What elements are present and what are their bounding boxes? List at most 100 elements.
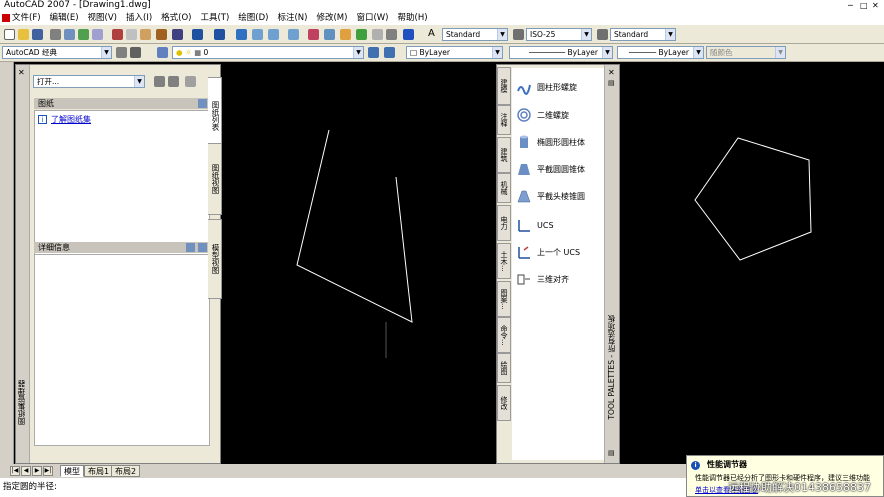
- zoom-realtime-icon[interactable]: [252, 29, 263, 40]
- workspace-select[interactable]: AutoCAD 经典 ▼: [2, 46, 112, 59]
- copy-icon[interactable]: [126, 29, 137, 40]
- collapse-icon[interactable]: [198, 99, 207, 108]
- menu-window[interactable]: 窗口(W): [356, 11, 388, 25]
- tool-frustum-cone[interactable]: 平截圆圆锥体: [516, 160, 585, 178]
- text-style-select[interactable]: Standard ▼: [442, 28, 508, 41]
- sheet-set-button-2-icon[interactable]: [168, 76, 179, 87]
- properties-icon[interactable]: [308, 29, 319, 40]
- tool-ucs-previous[interactable]: 上一个 UCS: [516, 243, 580, 261]
- 3d-dwf-icon[interactable]: [92, 29, 103, 40]
- menu-help[interactable]: 帮助(H): [398, 11, 428, 25]
- sheet-set-button-3-icon[interactable]: [185, 76, 196, 87]
- layer-previous-icon[interactable]: [384, 47, 395, 58]
- details-button-icon[interactable]: [186, 243, 195, 252]
- next-layout-icon[interactable]: ▶: [32, 466, 42, 476]
- tool-elliptical-cylinder[interactable]: 椭圆形圆柱体: [516, 133, 585, 151]
- sheet-set-titlestrip[interactable]: ✕ 图纸集管理器: [16, 65, 30, 463]
- prev-layout-icon[interactable]: ◀: [21, 466, 31, 476]
- design-center-icon[interactable]: [324, 29, 335, 40]
- tab-hatches[interactable]: 图案...: [497, 281, 511, 317]
- table-style-select[interactable]: Standard ▼: [610, 28, 676, 41]
- menu-edit[interactable]: 编辑(E): [50, 11, 79, 25]
- workspace-lock-icon[interactable]: [130, 47, 141, 58]
- zoom-previous-icon[interactable]: [288, 29, 299, 40]
- minimize-icon[interactable]: ─: [848, 0, 853, 11]
- calculator-icon[interactable]: [386, 29, 397, 40]
- layer-select[interactable]: ● ☼ ■ 0 ▼: [172, 46, 364, 59]
- dim-style-icon[interactable]: [513, 29, 524, 40]
- sheet-set-icon[interactable]: [356, 29, 367, 40]
- make-current-layer-icon[interactable]: [368, 47, 379, 58]
- tab-mechanical[interactable]: 机械: [497, 173, 511, 203]
- tool-palettes-icon[interactable]: [340, 29, 351, 40]
- menu-insert[interactable]: 插入(I): [126, 11, 152, 25]
- close-icon[interactable]: ✕: [608, 68, 615, 77]
- tab-command[interactable]: 命令...: [497, 317, 511, 353]
- tool-3d-align[interactable]: 三维对齐: [516, 270, 569, 288]
- tool-palette-titlestrip[interactable]: ✕ ▤ TOOL PALETTES - 所有选项板 ▤: [604, 65, 619, 463]
- modify-toolbar-docked[interactable]: [0, 62, 14, 464]
- table-style-icon[interactable]: [597, 29, 608, 40]
- tab-modeling[interactable]: 建模: [497, 67, 511, 105]
- block-editor-icon[interactable]: [172, 29, 183, 40]
- sheet-set-open-select[interactable]: 打开... ▼: [33, 75, 145, 88]
- tab-sheet-views[interactable]: 图纸视图: [208, 143, 222, 215]
- save-icon[interactable]: [32, 29, 43, 40]
- menu-dimension[interactable]: 标注(N): [277, 11, 307, 25]
- color-select[interactable]: □ ByLayer ▼: [406, 46, 503, 59]
- standard-toolbar: A Standard ▼ ISO-25 ▼ Standard ▼: [0, 25, 884, 44]
- tab-electrical[interactable]: 电力: [497, 205, 511, 241]
- publish-icon[interactable]: [78, 29, 89, 40]
- menu-modify[interactable]: 修改(M): [316, 11, 347, 25]
- tab-draw[interactable]: 绘图: [497, 353, 511, 383]
- tab-civil[interactable]: 土木...: [497, 243, 511, 279]
- new-icon[interactable]: [4, 29, 15, 40]
- cut-icon[interactable]: [112, 29, 123, 40]
- close-icon[interactable]: ✕: [18, 68, 25, 77]
- menu-format[interactable]: 格式(O): [161, 11, 191, 25]
- autocad-icon[interactable]: [2, 14, 10, 22]
- tab-annotation[interactable]: 注释: [497, 105, 511, 135]
- zoom-window-icon[interactable]: [268, 29, 279, 40]
- menu-draw[interactable]: 绘图(D): [238, 11, 268, 25]
- window-titlebar: AutoCAD 2007 - [Drawing1.dwg] ─ □ ✕: [0, 0, 884, 11]
- menu-tools[interactable]: 工具(T): [200, 11, 229, 25]
- properties-icon[interactable]: ▤: [608, 79, 615, 87]
- maximize-icon[interactable]: □: [860, 0, 868, 11]
- learn-sheet-sets-link[interactable]: 了解图纸集: [51, 114, 91, 125]
- tab-layout2[interactable]: 布局2: [111, 465, 141, 477]
- last-layout-icon[interactable]: ▶|: [43, 466, 53, 476]
- text-style-icon[interactable]: A: [428, 29, 439, 40]
- match-properties-icon[interactable]: [156, 29, 167, 40]
- linetype-select[interactable]: ──────── ByLayer ▼: [509, 46, 613, 59]
- preview-button-icon[interactable]: [198, 243, 207, 252]
- tab-model[interactable]: 模型: [60, 465, 84, 477]
- help-icon[interactable]: [403, 29, 414, 40]
- preview-icon[interactable]: [64, 29, 75, 40]
- layer-manager-icon[interactable]: [157, 47, 168, 58]
- menu-icon[interactable]: ▤: [608, 449, 615, 457]
- paste-icon[interactable]: [140, 29, 151, 40]
- tab-layout1[interactable]: 布局1: [84, 465, 114, 477]
- tool-2d-spiral[interactable]: 二维螺旋: [516, 106, 569, 124]
- tool-ucs[interactable]: UCS: [516, 216, 554, 234]
- redo-icon[interactable]: [214, 29, 225, 40]
- print-icon[interactable]: [50, 29, 61, 40]
- tab-model-views[interactable]: 模型视图: [208, 219, 222, 299]
- first-layout-icon[interactable]: |◀: [10, 466, 20, 476]
- tab-modify[interactable]: 修改: [497, 385, 511, 421]
- open-icon[interactable]: [18, 29, 29, 40]
- dim-style-select[interactable]: ISO-25 ▼: [526, 28, 592, 41]
- sheet-set-button-1-icon[interactable]: [154, 76, 165, 87]
- markup-icon[interactable]: [372, 29, 383, 40]
- pan-icon[interactable]: [236, 29, 247, 40]
- workspace-settings-icon[interactable]: [116, 47, 127, 58]
- menu-view[interactable]: 视图(V): [88, 11, 117, 25]
- tool-frustum-pyramid[interactable]: 平截头棱锥圆: [516, 187, 585, 205]
- lineweight-select[interactable]: ────── ByLayer ▼: [617, 46, 704, 59]
- undo-icon[interactable]: [192, 29, 203, 40]
- close-icon[interactable]: ✕: [872, 0, 879, 11]
- tool-helix[interactable]: 圆柱形螺旋: [516, 78, 577, 96]
- menu-file[interactable]: 文件(F): [12, 11, 41, 25]
- tab-architectural[interactable]: 建筑: [497, 137, 511, 173]
